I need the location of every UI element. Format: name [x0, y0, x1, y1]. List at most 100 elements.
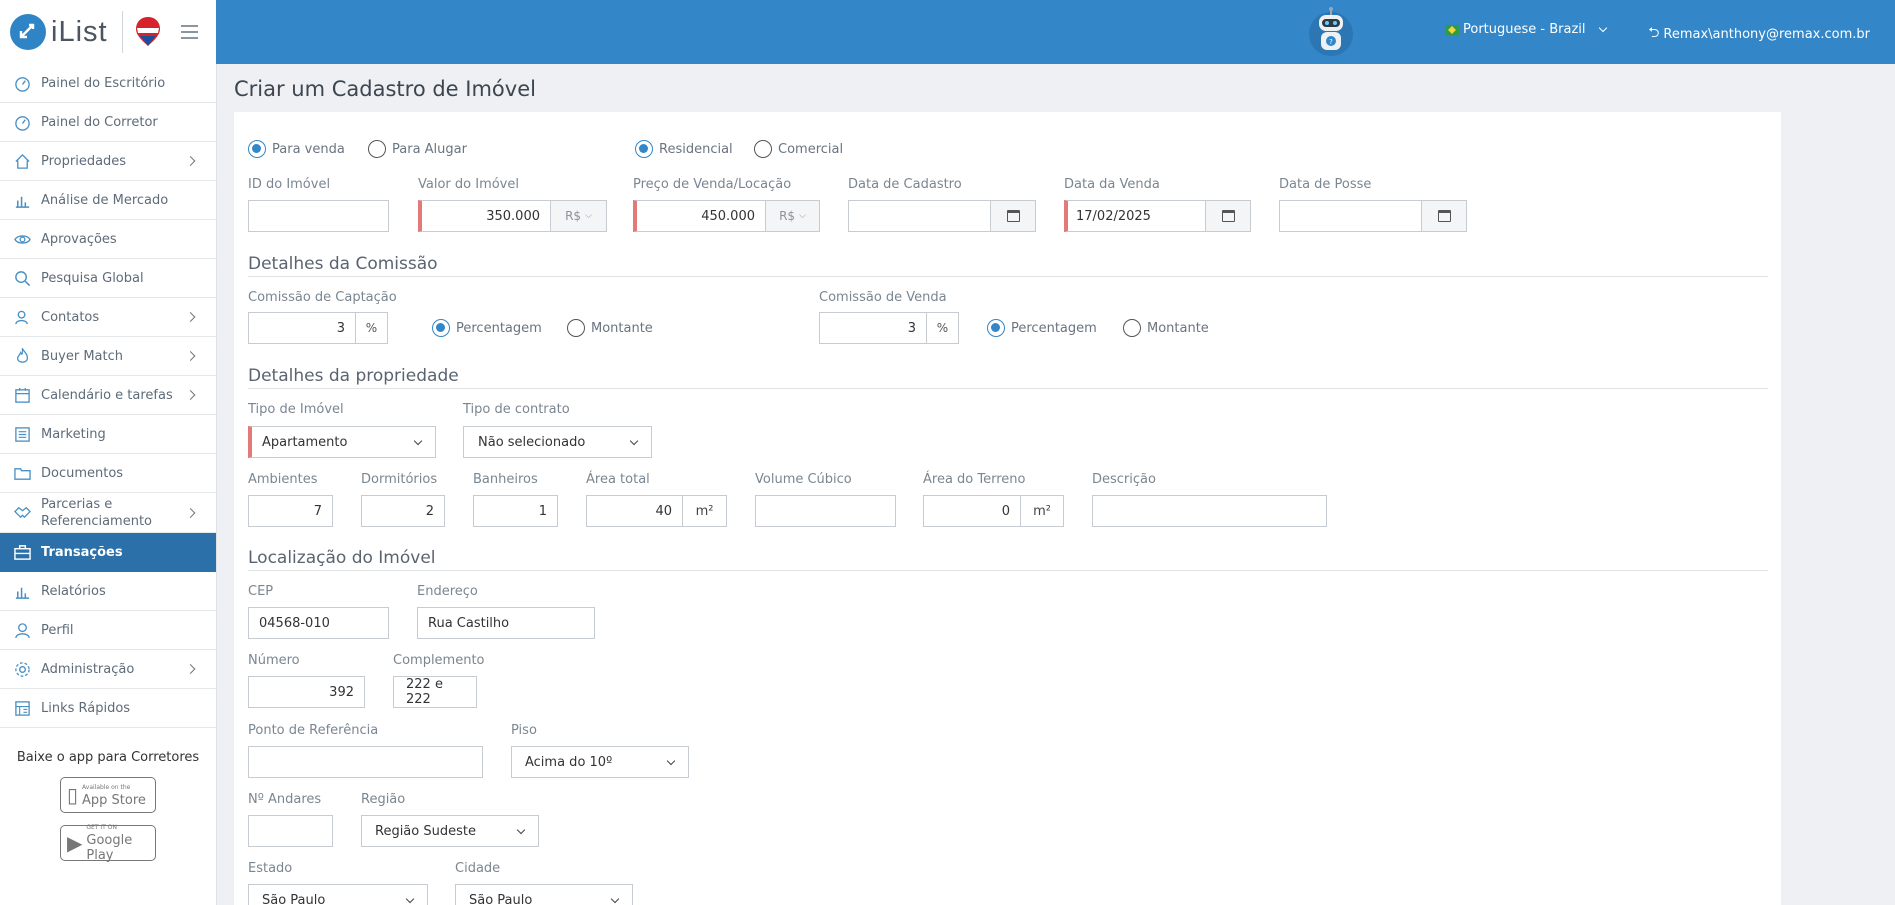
- property-section-title: Detalhes da propriedade: [248, 366, 1768, 389]
- radio-residential[interactable]: Residencial: [635, 140, 733, 158]
- capture-commission-label: Comissão de Captação: [248, 290, 397, 305]
- location-section-title: Localização do Imóvel: [248, 548, 1768, 571]
- sidebar-item[interactable]: Documentos: [0, 454, 216, 493]
- radio-for-rent[interactable]: Para Alugar: [368, 140, 467, 158]
- sidebar-item[interactable]: Marketing: [0, 415, 216, 454]
- city-select[interactable]: São Paulo: [455, 884, 633, 905]
- calendar-icon: [1437, 210, 1451, 222]
- sidebar-item[interactable]: Aprovações: [0, 220, 216, 259]
- sidebar-item[interactable]: Propriedades: [0, 142, 216, 181]
- user-menu[interactable]: ⮌ Remax\anthony@remax.com.br: [1648, 22, 1870, 46]
- chevron-right-icon: [185, 507, 196, 518]
- description-input[interactable]: [1092, 495, 1327, 527]
- play-icon: ▶: [67, 831, 83, 855]
- price-label: Preço de Venda/Locação: [633, 177, 792, 192]
- value-currency-select[interactable]: R$ ⌵: [550, 200, 607, 232]
- sidebar-item[interactable]: Transações: [0, 533, 216, 572]
- bedrooms-label: Dormitórios: [361, 472, 438, 487]
- language-selector[interactable]: Portuguese - Brazil: [1445, 22, 1607, 37]
- gear-icon: [14, 661, 31, 678]
- select-value: Apartamento: [262, 434, 348, 450]
- radio-label: Para venda: [272, 141, 345, 157]
- select-value: Acima do 10º: [525, 754, 613, 770]
- sidebar-item[interactable]: Análise de Mercado: [0, 181, 216, 220]
- possession-calendar-button[interactable]: [1421, 200, 1467, 232]
- menu-toggle-icon[interactable]: [180, 25, 198, 39]
- calendar-icon: [1221, 210, 1235, 222]
- sidebar-item[interactable]: Links Rápidos: [0, 689, 216, 728]
- sale-date-calendar-button[interactable]: [1205, 200, 1251, 232]
- links-icon: [14, 700, 31, 717]
- rooms-input[interactable]: 7: [248, 495, 333, 527]
- cep-label: CEP: [248, 584, 274, 599]
- radio-for-sale[interactable]: Para venda: [248, 140, 345, 158]
- address-input[interactable]: Rua Castilho: [417, 607, 595, 639]
- radio-label: Residencial: [659, 141, 733, 157]
- chevron-down-icon: [516, 825, 526, 835]
- land-input[interactable]: 0: [923, 495, 1021, 527]
- price-input[interactable]: 450.000: [633, 200, 766, 232]
- robot-assistant-icon[interactable]: ?: [1307, 6, 1355, 58]
- user-name: Remax\anthony@remax.com.br: [1663, 26, 1870, 42]
- value-input[interactable]: 350.000: [418, 200, 551, 232]
- calendar-icon: [1006, 210, 1020, 222]
- id-input[interactable]: [248, 200, 389, 232]
- address-label: Endereço: [417, 584, 478, 599]
- sidebar-item[interactable]: Perfil: [0, 611, 216, 650]
- app-store-badge[interactable]: ▯ Available on the App Store: [60, 777, 156, 813]
- region-label: Região: [361, 792, 406, 807]
- capture-percent-radio[interactable]: Percentagem: [432, 319, 542, 337]
- sidebar-item[interactable]: Painel do Escritório: [0, 64, 216, 103]
- reg-date-input[interactable]: [848, 200, 991, 232]
- sale-amount-radio[interactable]: Montante: [1123, 319, 1209, 337]
- capture-amount-radio[interactable]: Montante: [567, 319, 653, 337]
- chevron-down-icon: ⌵: [585, 211, 592, 221]
- floors-input[interactable]: [248, 815, 333, 847]
- floor-select[interactable]: Acima do 10º: [511, 746, 689, 778]
- radio-button: [432, 319, 450, 337]
- sale-commission-input[interactable]: 3: [819, 312, 927, 344]
- sale-percent-radio[interactable]: Percentagem: [987, 319, 1097, 337]
- type-select[interactable]: Apartamento: [248, 426, 436, 458]
- volume-input[interactable]: [755, 495, 896, 527]
- sidebar-item[interactable]: Contatos: [0, 298, 216, 337]
- sidebar-item-label: Contatos: [41, 309, 100, 325]
- chevron-right-icon: [185, 312, 196, 322]
- reg-date-calendar-button[interactable]: [990, 200, 1036, 232]
- app-name: iList: [51, 15, 108, 48]
- sidebar-item[interactable]: Buyer Match: [0, 337, 216, 376]
- region-select[interactable]: Região Sudeste: [361, 815, 539, 847]
- bathrooms-input[interactable]: 1: [473, 495, 558, 527]
- phone-icon: ▯: [67, 783, 79, 807]
- sale-date-input[interactable]: 17/02/2025: [1064, 200, 1206, 232]
- type-label: Tipo de Imóvel: [248, 402, 344, 417]
- radio-commercial[interactable]: Comercial: [754, 140, 843, 158]
- sidebar-item[interactable]: Calendário e tarefas: [0, 376, 216, 415]
- state-select[interactable]: São Paulo: [248, 884, 428, 905]
- possession-date-input[interactable]: [1279, 200, 1422, 232]
- radio-button: [567, 319, 585, 337]
- sidebar-item[interactable]: Painel do Corretor: [0, 103, 216, 142]
- sidebar-item[interactable]: Parcerias e Referenciamento: [0, 493, 216, 533]
- app-store-big: App Store: [82, 792, 146, 808]
- number-label: Número: [248, 653, 300, 668]
- price-currency-select[interactable]: R$ ⌵: [765, 200, 820, 232]
- reference-input[interactable]: [248, 746, 483, 778]
- chevron-right-icon: [185, 156, 196, 166]
- contract-select[interactable]: Não selecionado: [463, 426, 652, 458]
- area-input[interactable]: 40: [586, 495, 683, 527]
- sidebar-item[interactable]: Pesquisa Global: [0, 259, 216, 298]
- complement-input[interactable]: 222 e 222: [393, 676, 477, 708]
- number-input[interactable]: 392: [248, 676, 365, 708]
- google-play-big: Google Play: [86, 833, 133, 863]
- google-play-badge[interactable]: ▶ GET IT ON Google Play: [60, 824, 156, 863]
- sidebar-nav: Painel do Escritório Painel do Corretor Pr…: [0, 64, 216, 728]
- sidebar-item[interactable]: Relatórios: [0, 572, 216, 611]
- description-label: Descrição: [1092, 472, 1156, 487]
- sidebar-item[interactable]: Administração: [0, 650, 216, 689]
- cep-input[interactable]: 04568-010: [248, 607, 389, 639]
- sidebar-item-label: Calendário e tarefas: [41, 387, 173, 403]
- dashboard-icon: [14, 114, 31, 131]
- capture-commission-input[interactable]: 3: [248, 312, 356, 344]
- bedrooms-input[interactable]: 2: [361, 495, 445, 527]
